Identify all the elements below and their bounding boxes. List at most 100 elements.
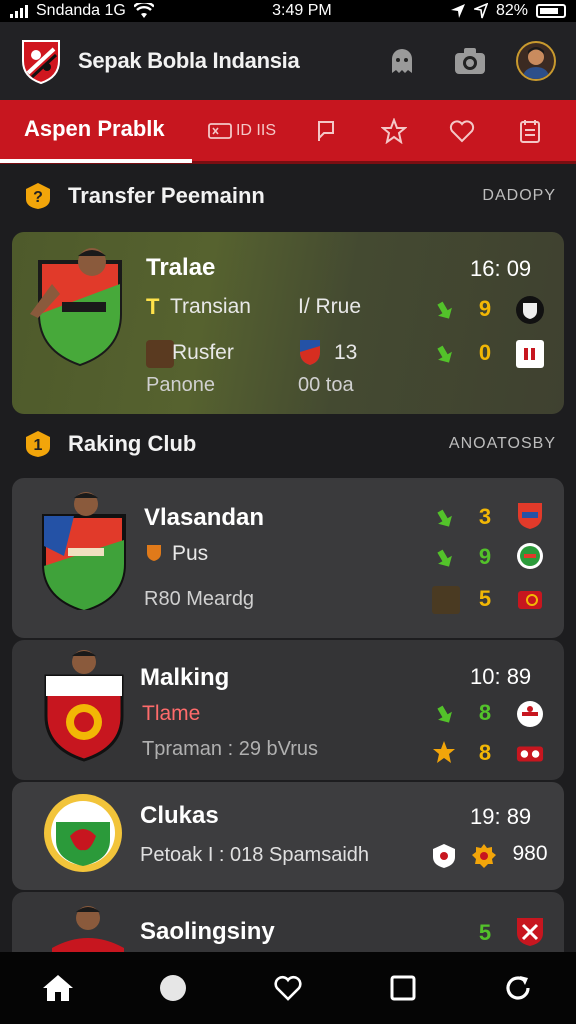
player-small-icon <box>146 340 174 368</box>
home-icon <box>42 975 73 1001</box>
tab-id-iis[interactable]: ID IIS <box>192 99 292 163</box>
player-small-icon <box>432 586 460 614</box>
club-mini-crest-icon <box>516 502 544 530</box>
featured-row1-prefix: T <box>146 294 160 319</box>
club-crest-icon <box>44 794 122 872</box>
club-time: 19: 89 <box>470 804 532 829</box>
club-footer: R80 Meardg <box>144 588 255 610</box>
heart-icon <box>449 119 475 142</box>
tab-chat[interactable] <box>292 99 360 163</box>
featured-footer-mid: 00 toa <box>298 374 354 396</box>
club-sub: Pus <box>172 542 209 565</box>
club-sub: Tlame <box>142 702 201 725</box>
signal-icon <box>10 4 28 18</box>
club-name: Clukas <box>140 802 219 829</box>
club-name: Saolingsiny <box>140 918 275 945</box>
avatar[interactable] <box>516 41 556 81</box>
square-icon <box>390 975 416 1001</box>
camera-icon[interactable] <box>450 41 490 81</box>
shield-logo-icon <box>22 40 60 85</box>
small-crest-icon <box>147 545 161 561</box>
tab-favorites[interactable] <box>360 99 428 163</box>
club-card[interactable]: Vlasandan Pus R80 Meardg 3 9 5 <box>12 478 564 638</box>
battery-percent: 82% <box>495 2 528 19</box>
star-icon <box>433 741 455 763</box>
svg-text:?: ? <box>33 189 43 206</box>
green-arrow-icon <box>437 301 452 319</box>
bottom-nav <box>0 952 576 1024</box>
shield-small-icon <box>430 842 458 870</box>
star-icon <box>381 117 407 144</box>
nav-record[interactable] <box>141 956 205 1020</box>
clock: 3:49 PM <box>272 2 332 19</box>
tab-likes[interactable] <box>428 99 496 163</box>
tab-calendar[interactable] <box>496 99 564 163</box>
nav-refresh[interactable] <box>486 956 550 1020</box>
circle-icon <box>159 975 186 1001</box>
rank-badge-icon: 1 <box>26 431 50 457</box>
club-stat-3: 5 <box>478 586 492 611</box>
club-crest-small-icon <box>300 340 320 365</box>
ranking-see-all-link[interactable]: ANOATOSBY <box>449 435 556 453</box>
player-crest-icon <box>30 248 122 367</box>
club-mini-crest-icon <box>516 918 544 946</box>
club-name: Vlasandan <box>144 504 265 531</box>
club-crest-icon <box>42 492 126 610</box>
featured-row1-label: Transian <box>170 295 251 318</box>
featured-row2-mid: 13 <box>334 341 358 364</box>
nav-recent[interactable] <box>371 956 435 1020</box>
club-card[interactable]: Clukas Petoak I : 018 Spamsaidh 19: 89 9… <box>12 782 564 890</box>
tab-id-iis-label: ID IIS <box>235 121 276 139</box>
app-header: Sepak Bobla Indansia <box>0 22 576 100</box>
carrier-label: Sndanda 1G <box>36 2 126 19</box>
club-footer: Petoak I : 018 Spamsaidh <box>140 844 370 866</box>
transfer-see-all-link[interactable]: DADOPY <box>482 187 556 205</box>
transfer-section-header: ? Transfer Peemainn DADOPY <box>0 176 576 216</box>
club-stat-1: 8 <box>478 700 492 725</box>
tab-aspen-prablk[interactable]: Aspen Prablk <box>0 99 192 163</box>
club-footer: Tpraman : 29 bVrus <box>142 738 319 760</box>
location-icon <box>450 4 465 18</box>
club-name: Malking <box>140 664 230 691</box>
club-stat-1: 5 <box>478 920 492 945</box>
green-arrow-icon <box>437 509 452 527</box>
club-stat-1: 3 <box>478 504 492 529</box>
transfer-section-title: Transfer Peemainn <box>68 183 265 208</box>
trophy-badge-icon <box>516 584 544 612</box>
nav-home[interactable] <box>26 956 90 1020</box>
club-crest-icon <box>44 650 124 762</box>
warning-badge-icon: ? <box>26 183 50 209</box>
refresh-icon <box>506 976 530 1000</box>
ghost-icon[interactable] <box>382 41 422 81</box>
app-title: Sepak Bobla Indansia <box>78 48 300 73</box>
heart-icon <box>274 975 302 1001</box>
nav-favorites[interactable] <box>256 956 320 1020</box>
green-arrow-icon <box>437 549 452 567</box>
club-value: 980 <box>512 842 548 865</box>
location-arrow-icon <box>473 3 488 19</box>
score-badge-icon <box>516 340 544 368</box>
club-time: 10: 89 <box>470 664 532 689</box>
ranking-section-header: 1 Raking Club ANOATOSBY <box>0 424 576 464</box>
club-mini-crest-green-icon <box>516 542 544 570</box>
green-arrow-icon <box>437 345 452 363</box>
ticket-badge-icon <box>516 740 544 768</box>
featured-row2-value: 0 <box>478 340 492 365</box>
svg-text:1: 1 <box>34 437 43 454</box>
featured-row1-mid: I/ Rrue <box>298 295 362 318</box>
calendar-icon <box>520 119 540 143</box>
featured-transfer-card[interactable]: Tralae 16: 09 T Transian I/ Rrue 9 Rusfe… <box>12 232 564 414</box>
club-stat-2: 8 <box>478 740 492 765</box>
tab-bar: Aspen Prablk ID IIS <box>0 100 576 164</box>
featured-row2-label: Rusfer <box>172 341 234 364</box>
featured-title: Tralae <box>146 254 216 281</box>
featured-footer-left: Panone <box>146 374 215 396</box>
club-mini-crest-icon <box>516 700 544 728</box>
gear-badge-icon <box>470 842 498 870</box>
status-bar: Sndanda 1G 3:49 PM 82% <box>0 0 576 22</box>
wifi-icon <box>133 3 154 18</box>
battery-icon <box>535 4 566 18</box>
featured-time: 16: 09 <box>470 256 532 281</box>
green-arrow-icon <box>437 705 452 723</box>
club-card[interactable]: Malking Tlame Tpraman : 29 bVrus 10: 89 … <box>12 640 564 780</box>
